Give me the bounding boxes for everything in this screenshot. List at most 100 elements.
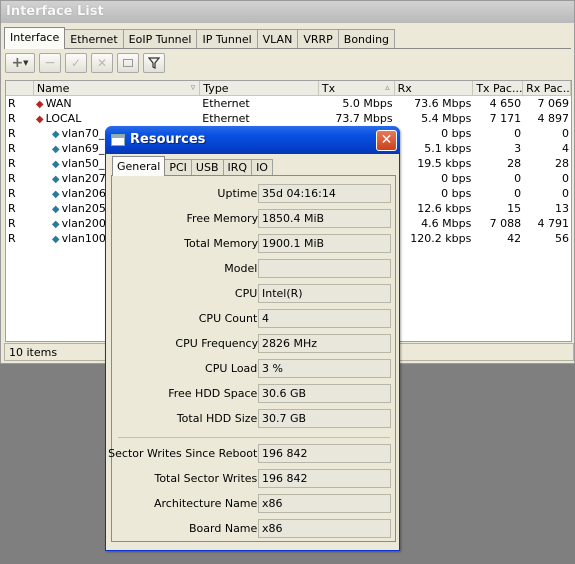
vlan-icon: ◆: [51, 129, 60, 140]
field-label: Board Name:: [189, 522, 261, 535]
row-flag: R: [8, 112, 16, 125]
field-architecture-name: Architecture Name: x86: [112, 494, 397, 513]
section-divider: [118, 437, 390, 438]
row-rx-packets: 56: [555, 232, 569, 245]
row-rx-packets: 0: [562, 187, 569, 200]
row-flag: R: [8, 127, 16, 140]
row-flag: R: [8, 202, 16, 215]
table-header: Name ▿ Type Tx ▵ Rx Tx Pac... Rx Pac...: [6, 81, 571, 96]
field-free-memory: Free Memory: 1850.4 MiB: [112, 209, 397, 228]
comment-icon: [123, 59, 133, 67]
field-total-hdd-size: Total HDD Size: 30.7 GB: [112, 409, 397, 428]
enable-icon: ✓: [70, 56, 82, 70]
field-model: Model:: [112, 259, 397, 278]
table-row[interactable]: R ◆ LOCAL Ethernet 73.7 Mbps 5.4 Mbps 7 171 4 8…: [6, 111, 571, 126]
add-icon: +: [11, 55, 24, 71]
row-tx-packets: 7 088: [489, 217, 522, 230]
row-rx-packets: 4 791: [537, 217, 570, 230]
col-tx-packets[interactable]: Tx Pac...: [473, 81, 524, 95]
tab-general[interactable]: General: [112, 156, 166, 176]
field-value: x86: [258, 519, 391, 538]
enable-button[interactable]: ✓: [65, 53, 87, 73]
field-value: 1900.1 MiB: [258, 234, 391, 253]
tab-vlan[interactable]: VLAN: [256, 29, 299, 49]
field-label: Total HDD Size:: [176, 412, 261, 425]
vlan-icon: ◆: [51, 159, 60, 170]
col-rx-packets[interactable]: Rx Pac...: [523, 81, 571, 95]
row-rx: 4.6 Mbps: [421, 217, 472, 230]
resources-general-panel: Uptime: 35d 04:16:14 Free Memory: 1850.4 Mi…: [108, 175, 397, 542]
field-total-memory: Total Memory: 1900.1 MiB: [112, 234, 397, 253]
row-flag: R: [8, 97, 16, 110]
tab-pci[interactable]: PCI: [164, 159, 192, 176]
field-value: 35d 04:16:14: [258, 184, 391, 203]
field-label: CPU Count:: [198, 312, 261, 325]
tab-eoip-tunnel[interactable]: EoIP Tunnel: [122, 29, 198, 49]
close-button[interactable]: ✕: [376, 130, 397, 151]
field-label: Free Memory:: [186, 212, 261, 225]
row-tx-packets: 15: [507, 202, 522, 215]
disable-icon: ✕: [96, 56, 108, 70]
row-flag: R: [8, 232, 16, 245]
field-total-sector-writes: Total Sector Writes: 196 842: [112, 469, 397, 488]
add-button[interactable]: + ▼: [5, 53, 35, 73]
interface-list-title: Interface List: [1, 1, 574, 23]
field-label: Model:: [224, 262, 261, 275]
table-row[interactable]: R ◆ WAN Ethernet 5.0 Mbps 73.6 Mbps 4 650 7 069: [6, 96, 571, 111]
col-type[interactable]: Type: [200, 81, 319, 95]
row-tx: 5.0 Mbps: [342, 97, 393, 110]
tab-usb[interactable]: USB: [190, 159, 224, 176]
chevron-down-icon: ▼: [23, 59, 29, 67]
tab-ip-tunnel[interactable]: IP Tunnel: [196, 29, 258, 49]
field-label: Architecture Name:: [154, 497, 261, 510]
field-value: x86: [258, 494, 391, 513]
tab-io[interactable]: IO: [251, 159, 273, 176]
field-label: Total Memory:: [184, 237, 261, 250]
row-rx-packets: 0: [562, 127, 569, 140]
col-rx[interactable]: Rx: [395, 81, 474, 95]
row-name: ◆ WAN: [35, 97, 72, 110]
filter-button[interactable]: [143, 53, 165, 73]
field-value: 4: [258, 309, 391, 328]
row-rx: 5.1 kbps: [424, 142, 472, 155]
resources-title: Resources: [130, 132, 206, 147]
field-label: CPU Frequency:: [175, 337, 261, 350]
tab-bonding[interactable]: Bonding: [337, 29, 396, 49]
row-rx: 120.2 kbps: [410, 232, 472, 245]
row-rx-packets: 0: [562, 172, 569, 185]
field-value: 1850.4 MiB: [258, 209, 391, 228]
row-type: Ethernet: [202, 97, 250, 110]
tab-vrrp[interactable]: VRRP: [297, 29, 339, 49]
remove-button[interactable]: −: [39, 53, 61, 73]
field-label: Sector Writes Since Reboot:: [108, 447, 261, 460]
field-value: 196 842: [258, 469, 391, 488]
field-value: Intel(R): [258, 284, 391, 303]
col-name[interactable]: Name ▿: [34, 81, 201, 95]
window-icon: [111, 134, 125, 146]
field-cpu-count: CPU Count: 4: [112, 309, 397, 328]
col-tx[interactable]: Tx ▵: [319, 81, 395, 95]
row-type: Ethernet: [202, 112, 250, 125]
row-rx: 19.5 kbps: [417, 157, 472, 170]
resources-titlebar[interactable]: Resources ✕: [105, 126, 400, 154]
row-rx-packets: 4: [562, 142, 569, 155]
interface-icon: ◆: [35, 114, 44, 125]
disable-button[interactable]: ✕: [91, 53, 113, 73]
vlan-icon: ◆: [51, 234, 60, 245]
row-flag: R: [8, 217, 16, 230]
row-tx-packets: 0: [514, 127, 522, 140]
field-sector-writes-since-reboot: Sector Writes Since Reboot: 196 842: [108, 444, 397, 463]
row-tx-packets: 0: [514, 172, 522, 185]
col-flag[interactable]: [6, 81, 34, 95]
tab-interface[interactable]: Interface: [4, 27, 66, 49]
tab-irq[interactable]: IRQ: [222, 159, 253, 176]
comment-button[interactable]: [117, 53, 139, 73]
row-flag: R: [8, 142, 16, 155]
vlan-icon: ◆: [51, 174, 60, 185]
row-tx-packets: 0: [514, 187, 522, 200]
vlan-icon: ◆: [51, 144, 60, 155]
vlan-icon: ◆: [51, 219, 60, 230]
vlan-icon: ◆: [51, 204, 60, 215]
row-tx-packets: 3: [514, 142, 522, 155]
tab-ethernet[interactable]: Ethernet: [64, 29, 124, 49]
